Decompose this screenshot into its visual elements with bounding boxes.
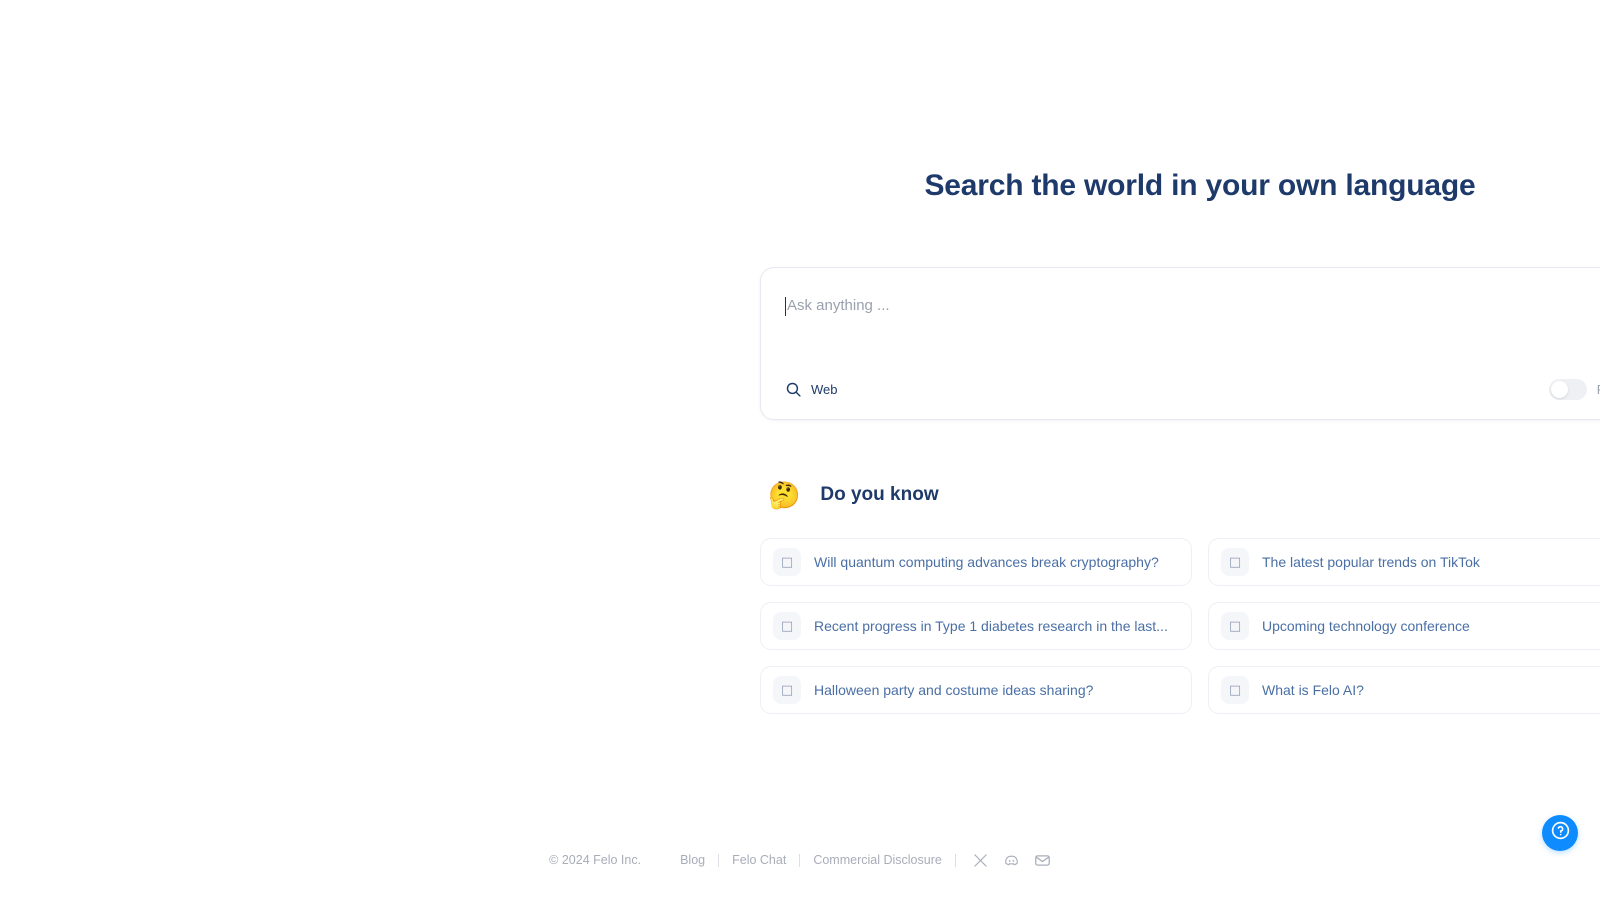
list-item[interactable]: □ What is Felo AI? bbox=[1208, 666, 1600, 714]
search-icon bbox=[785, 381, 802, 398]
x-twitter-icon[interactable] bbox=[972, 852, 989, 869]
pro-toggle[interactable] bbox=[1548, 378, 1587, 400]
copyright-text: © 2024 Felo Inc. bbox=[549, 853, 642, 867]
toggle-knob bbox=[1550, 380, 1568, 398]
do-you-know-title: Do you know bbox=[820, 484, 939, 505]
pro-toggle-group[interactable]: Pro bbox=[1548, 378, 1600, 400]
suggestion-placeholder-icon: □ bbox=[1221, 612, 1249, 640]
suggestion-placeholder-icon: □ bbox=[1221, 676, 1249, 704]
text-caret bbox=[785, 297, 786, 316]
suggestion-label: Will quantum computing advances break cr… bbox=[814, 554, 1159, 570]
footer-divider bbox=[954, 853, 956, 867]
suggestion-grid: □ Will quantum computing advances break … bbox=[760, 538, 1600, 714]
search-mode-web[interactable]: Web bbox=[785, 381, 838, 398]
list-item[interactable]: □ Will quantum computing advances break … bbox=[760, 538, 1192, 586]
page-title: Search the world in your own language bbox=[924, 169, 1476, 202]
footer-link-felo-chat[interactable]: Felo Chat bbox=[719, 853, 799, 867]
list-item[interactable]: □ Recent progress in Type 1 diabetes res… bbox=[760, 602, 1192, 650]
suggestion-label: Halloween party and costume ideas sharin… bbox=[814, 682, 1094, 698]
suggestion-label: Upcoming technology conference bbox=[1262, 618, 1470, 634]
search-input-placeholder[interactable]: Ask anything ... bbox=[787, 295, 890, 317]
search-box-footer: Web Pro bbox=[785, 375, 1600, 403]
footer-social-links bbox=[972, 852, 1051, 869]
search-box[interactable]: Ask anything ... Web Pr bbox=[760, 267, 1600, 420]
suggestion-placeholder-icon: □ bbox=[773, 612, 801, 640]
felo-search-home: Search the world in your own language As… bbox=[0, 0, 1600, 900]
email-icon[interactable] bbox=[1034, 852, 1051, 869]
suggestion-label: The latest popular trends on TikTok bbox=[1262, 554, 1480, 570]
suggestion-placeholder-icon: □ bbox=[773, 676, 801, 704]
do-you-know-header: 🤔 Do you know bbox=[768, 478, 939, 512]
list-item[interactable]: □ The latest popular trends on TikTok bbox=[1208, 538, 1600, 586]
footer-link-commercial-disclosure[interactable]: Commercial Disclosure bbox=[800, 853, 955, 867]
page-footer: © 2024 Felo Inc. Blog Felo Chat Commerci… bbox=[0, 845, 1600, 875]
discord-icon[interactable] bbox=[1003, 852, 1020, 869]
question-circle-icon bbox=[1550, 820, 1571, 846]
help-button[interactable] bbox=[1542, 815, 1578, 851]
list-item[interactable]: □ Upcoming technology conference bbox=[1208, 602, 1600, 650]
thinking-face-icon: 🤔 bbox=[768, 480, 801, 510]
footer-link-blog[interactable]: Blog bbox=[667, 853, 718, 867]
search-mode-label: Web bbox=[811, 381, 838, 397]
suggestion-label: What is Felo AI? bbox=[1262, 682, 1364, 698]
suggestion-placeholder-icon: □ bbox=[773, 548, 801, 576]
main-content: Search the world in your own language As… bbox=[760, 0, 1600, 900]
suggestion-label: Recent progress in Type 1 diabetes resea… bbox=[814, 618, 1168, 634]
suggestion-placeholder-icon: □ bbox=[1221, 548, 1249, 576]
list-item[interactable]: □ Halloween party and costume ideas shar… bbox=[760, 666, 1192, 714]
search-input-wrapper[interactable]: Ask anything ... bbox=[785, 295, 1600, 355]
